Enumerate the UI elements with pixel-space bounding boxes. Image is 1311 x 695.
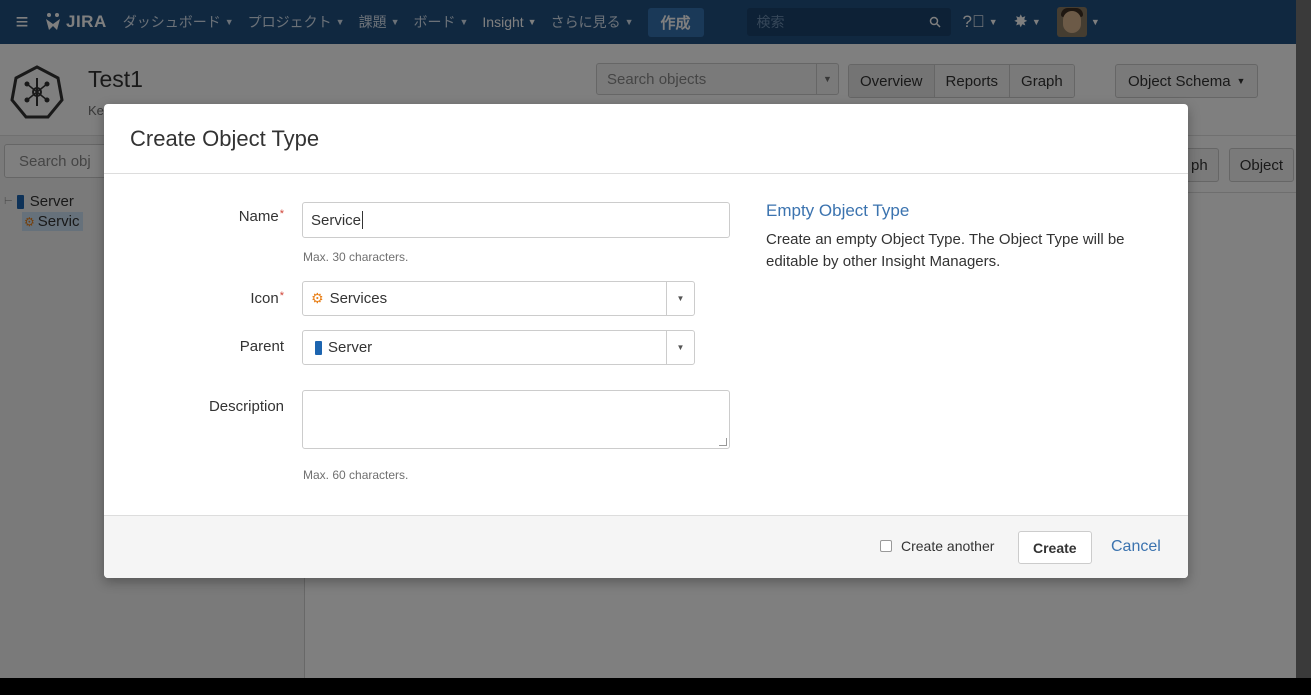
- services-icon: ⚙: [311, 290, 324, 306]
- name-hint: Max. 30 characters.: [303, 250, 409, 264]
- cancel-link[interactable]: Cancel: [1111, 538, 1161, 556]
- chevron-down-icon[interactable]: ▼: [666, 331, 694, 364]
- create-another-option[interactable]: Create another: [880, 538, 994, 554]
- parent-select-value: Server: [328, 339, 373, 356]
- description-textarea[interactable]: [302, 390, 730, 449]
- description-hint: Max. 60 characters.: [303, 468, 409, 482]
- icon-label: Icon*: [104, 290, 284, 307]
- dialog-footer: Create another Create Cancel: [104, 515, 1188, 578]
- text-cursor: [362, 211, 364, 229]
- required-icon: *: [279, 290, 284, 302]
- icon-label-text: Icon: [250, 290, 279, 307]
- name-input-value: Service: [311, 211, 362, 229]
- create-object-type-dialog: Create Object Type Name* Service Max. 30…: [104, 104, 1188, 578]
- icon-select-value: Services: [329, 290, 388, 307]
- name-label-text: Name: [238, 208, 279, 225]
- dialog-title: Create Object Type: [130, 125, 320, 151]
- parent-select[interactable]: Server ▼: [302, 330, 695, 365]
- empty-object-type-description: Create an empty Object Type. The Object …: [766, 231, 1125, 270]
- name-label: Name*: [104, 208, 284, 225]
- description-label: Description: [208, 398, 284, 415]
- jira-app: ≡ JIRA ダッシュボード▼ プロジェクト▼ 課題▼ ボード▼ Insight…: [0, 0, 1296, 678]
- create-button[interactable]: Create: [1018, 531, 1092, 564]
- resize-handle-icon[interactable]: [719, 438, 727, 446]
- parent-label: Parent: [239, 338, 284, 355]
- name-input[interactable]: Service: [302, 202, 730, 238]
- required-icon: *: [279, 208, 284, 220]
- chevron-down-icon[interactable]: ▼: [666, 282, 694, 315]
- window-edge: [1296, 0, 1311, 678]
- icon-select[interactable]: ⚙ Services ▼: [302, 281, 695, 316]
- empty-object-type-title[interactable]: Empty Object Type: [766, 201, 909, 221]
- dialog-header: Create Object Type: [104, 104, 1188, 174]
- server-icon: [315, 340, 322, 355]
- create-another-label: Create another: [901, 538, 995, 554]
- create-another-checkbox[interactable]: [880, 540, 892, 552]
- taskbar-strip: [0, 678, 1311, 695]
